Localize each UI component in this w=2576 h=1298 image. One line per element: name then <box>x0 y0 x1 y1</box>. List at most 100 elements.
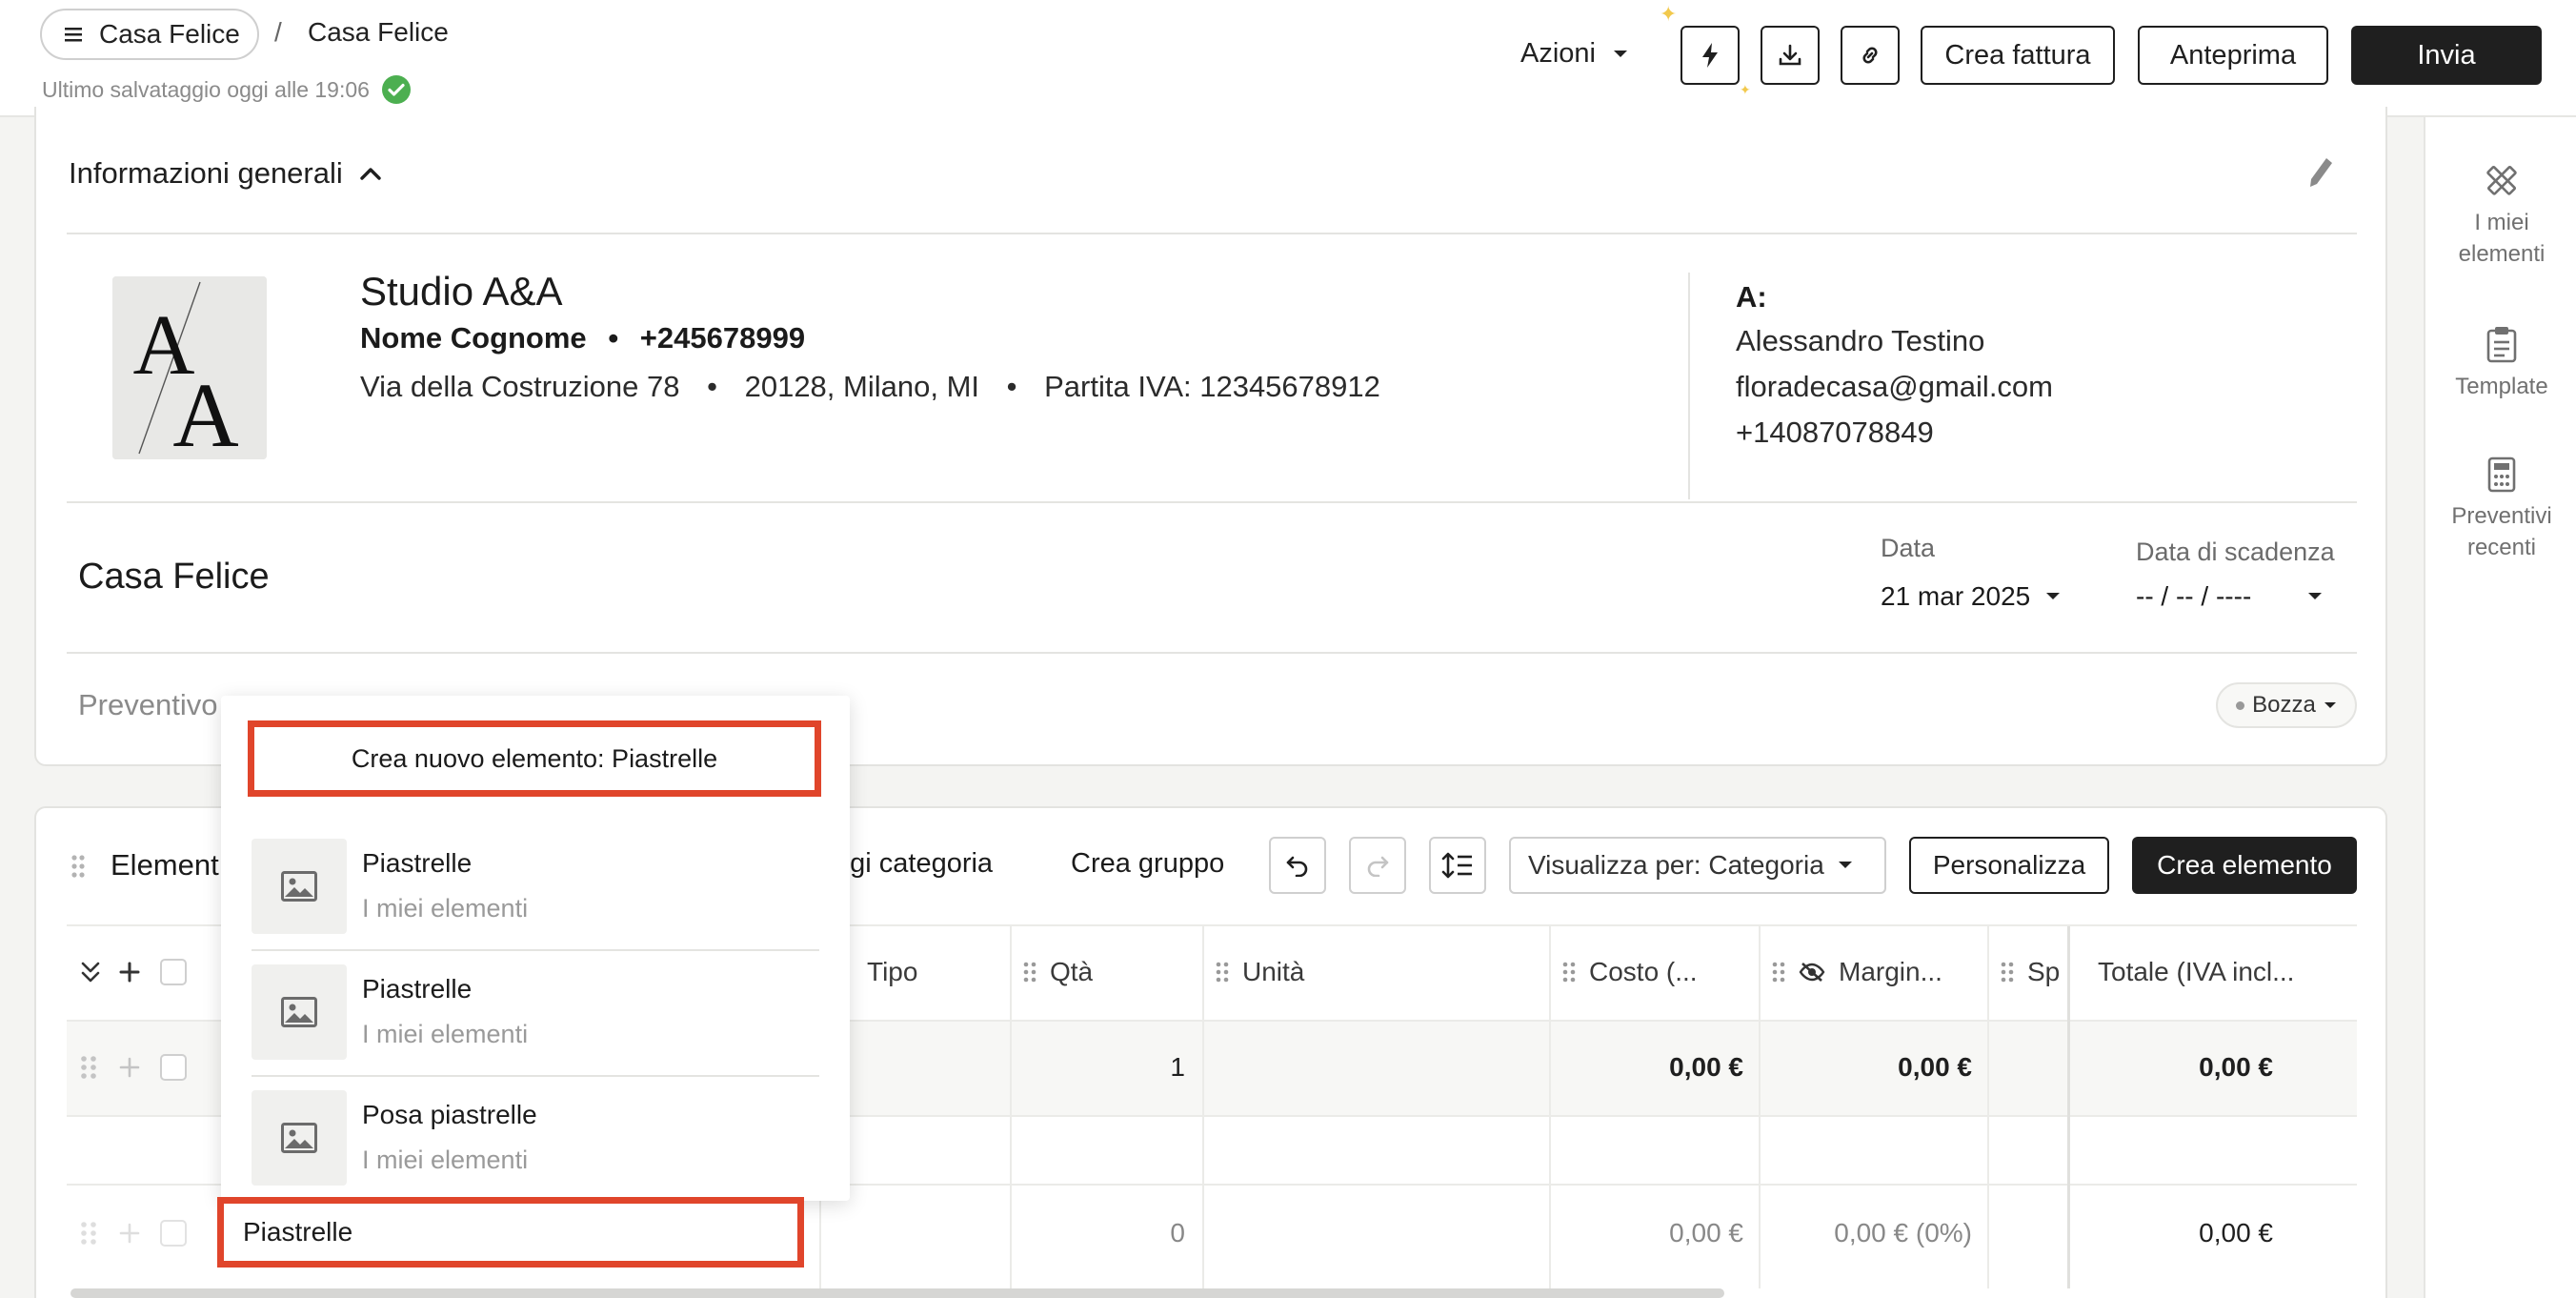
row-margin[interactable]: 0,00 € (0%) <box>1772 1218 1972 1248</box>
select-all-checkbox[interactable] <box>160 959 187 985</box>
drag-handle-icon <box>1023 961 1036 984</box>
share-link-button[interactable] <box>1841 26 1900 85</box>
side-item-template[interactable]: Template <box>2425 325 2576 402</box>
column-label: Unità <box>1242 957 1305 986</box>
send-button[interactable]: Invia <box>2351 26 2542 85</box>
column-header-unit[interactable]: Unità <box>1216 957 1304 987</box>
drag-handle-icon <box>2001 961 2014 984</box>
column-divider <box>1759 926 1761 1288</box>
save-status-text: Ultimo salvataggio oggi alle 19:06 <box>42 76 370 102</box>
suggestion-name: Piastrelle <box>362 974 473 1004</box>
row-qty[interactable]: 1 <box>1029 1052 1185 1083</box>
caret-down-icon <box>2292 592 2323 601</box>
add-row-icon[interactable] <box>118 961 141 984</box>
row-qty[interactable]: 0 <box>1029 1218 1185 1248</box>
view-by-select[interactable]: Visualizza per: Categoria <box>1509 837 1886 894</box>
automation-button[interactable] <box>1680 26 1740 85</box>
general-info-card <box>34 107 2387 766</box>
due-date-picker[interactable]: -- / -- / ---- <box>2136 581 2323 612</box>
studio-name: Studio A&A <box>360 269 563 314</box>
status-badge[interactable]: Bozza <box>2216 682 2357 728</box>
calculator-icon <box>2425 456 2576 493</box>
suggestion-item[interactable]: Piastrelle I miei elementi <box>252 964 819 1062</box>
side-item-label: Preventivi <box>2451 503 2552 529</box>
column-divider <box>1987 926 1989 1288</box>
breadcrumb-current: Casa Felice <box>308 17 449 47</box>
suggestion-source: I miei elementi <box>362 894 529 923</box>
column-header-margin[interactable]: Margin... <box>1772 957 1942 987</box>
create-group-button[interactable]: Crea gruppo <box>1071 848 1224 880</box>
row-cost[interactable]: 0,00 € <box>1562 1052 1743 1083</box>
sticky-column-divider <box>2067 926 2070 1288</box>
row-cost[interactable]: 0,00 € <box>1562 1218 1743 1248</box>
image-placeholder-icon <box>252 839 347 934</box>
row-checkbox[interactable] <box>160 1220 187 1247</box>
row-height-button[interactable] <box>1429 837 1486 894</box>
column-header-cost[interactable]: Costo (... <box>1562 957 1698 987</box>
column-label: Sp <box>2027 957 2061 986</box>
studio-street: Via della Costruzione 78 <box>360 370 680 403</box>
column-label: Costo (... <box>1589 957 1698 986</box>
undo-button[interactable] <box>1269 837 1326 894</box>
undo-icon <box>1285 854 1310 877</box>
preview-button[interactable]: Anteprima <box>2138 26 2328 85</box>
drag-handle-icon[interactable] <box>70 854 86 879</box>
row-margin[interactable]: 0,00 € <box>1772 1052 1972 1083</box>
download-button[interactable] <box>1761 26 1820 85</box>
breadcrumb-root-button[interactable]: Casa Felice <box>40 9 259 60</box>
menu-icon <box>65 27 82 42</box>
side-item-label-2: elementi <box>2458 241 2546 267</box>
suggestion-source: I miei elementi <box>362 1020 529 1048</box>
general-info-toggle[interactable]: Informazioni generali <box>69 156 381 191</box>
create-new-element-option[interactable]: Crea nuovo elemento: Piastrelle <box>248 720 821 797</box>
side-item-my-elements[interactable]: I miei elementi <box>2425 161 2576 270</box>
row-drag-handle-icon[interactable] <box>80 1220 97 1247</box>
image-placeholder-icon <box>252 1090 347 1186</box>
column-header-qty[interactable]: Qtà <box>1023 957 1093 987</box>
elements-title: Element <box>111 848 219 882</box>
studio-vat: Partita IVA: 12345678912 <box>1044 370 1380 403</box>
column-header-total[interactable]: Totale (IVA incl... <box>2098 957 2294 987</box>
create-element-button[interactable]: Crea elemento <box>2132 837 2357 894</box>
date-value: 21 mar 2025 <box>1881 581 2031 611</box>
edit-pencil-icon[interactable] <box>2307 156 2334 189</box>
due-date-label: Data di scadenza <box>2136 537 2335 566</box>
suggestion-name: Piastrelle <box>362 848 473 878</box>
add-row-icon[interactable] <box>118 1222 141 1245</box>
actions-label: Azioni <box>1520 38 1596 69</box>
status-label: Bozza <box>2252 692 2316 718</box>
collapse-all-icon[interactable] <box>80 961 101 984</box>
redo-button[interactable] <box>1349 837 1406 894</box>
lightning-icon <box>1701 42 1720 69</box>
caret-down-icon <box>2316 701 2337 710</box>
add-row-icon[interactable] <box>118 1056 141 1079</box>
side-item-label-2: recenti <box>2466 535 2537 560</box>
client-email: floradecasa@gmail.com <box>1736 370 2053 403</box>
row-checkbox[interactable] <box>160 1054 187 1081</box>
studio-contact: Nome Cognome • +245678999 <box>360 321 806 355</box>
create-invoice-button[interactable]: Crea fattura <box>1921 26 2115 85</box>
project-title[interactable]: Casa Felice <box>78 557 270 598</box>
side-item-recent-quotes[interactable]: Preventivi recenti <box>2425 456 2576 563</box>
add-category-button[interactable]: ngi categoria <box>835 848 993 880</box>
redo-icon <box>1365 854 1390 877</box>
customize-button[interactable]: Personalizza <box>1909 837 2109 894</box>
column-label: Qtà <box>1050 957 1094 986</box>
eye-off-icon[interactable] <box>1799 962 1825 983</box>
drag-handle-icon <box>1562 961 1576 984</box>
sparkle-icon-small: ✦ <box>1740 82 1751 97</box>
column-header-type[interactable]: Tipo <box>867 957 917 987</box>
suggestion-item[interactable]: Posa piastrelle I miei elementi <box>252 1090 819 1187</box>
horizontal-scrollbar[interactable] <box>70 1288 1724 1298</box>
sparkle-icon: ✦ <box>1660 2 1678 26</box>
row-drag-handle-icon[interactable] <box>80 1054 97 1081</box>
breadcrumb-separator: / <box>274 17 282 47</box>
element-name-input[interactable] <box>217 1197 804 1268</box>
image-placeholder-icon <box>252 964 347 1060</box>
date-picker[interactable]: 21 mar 2025 <box>1881 581 2061 612</box>
divider <box>67 501 2357 503</box>
suggestion-item[interactable]: Piastrelle I miei elementi <box>252 839 819 936</box>
column-header-sp[interactable]: Sp <box>2001 957 2060 987</box>
actions-dropdown[interactable]: Azioni <box>1520 38 1628 70</box>
column-divider <box>1549 926 1551 1288</box>
